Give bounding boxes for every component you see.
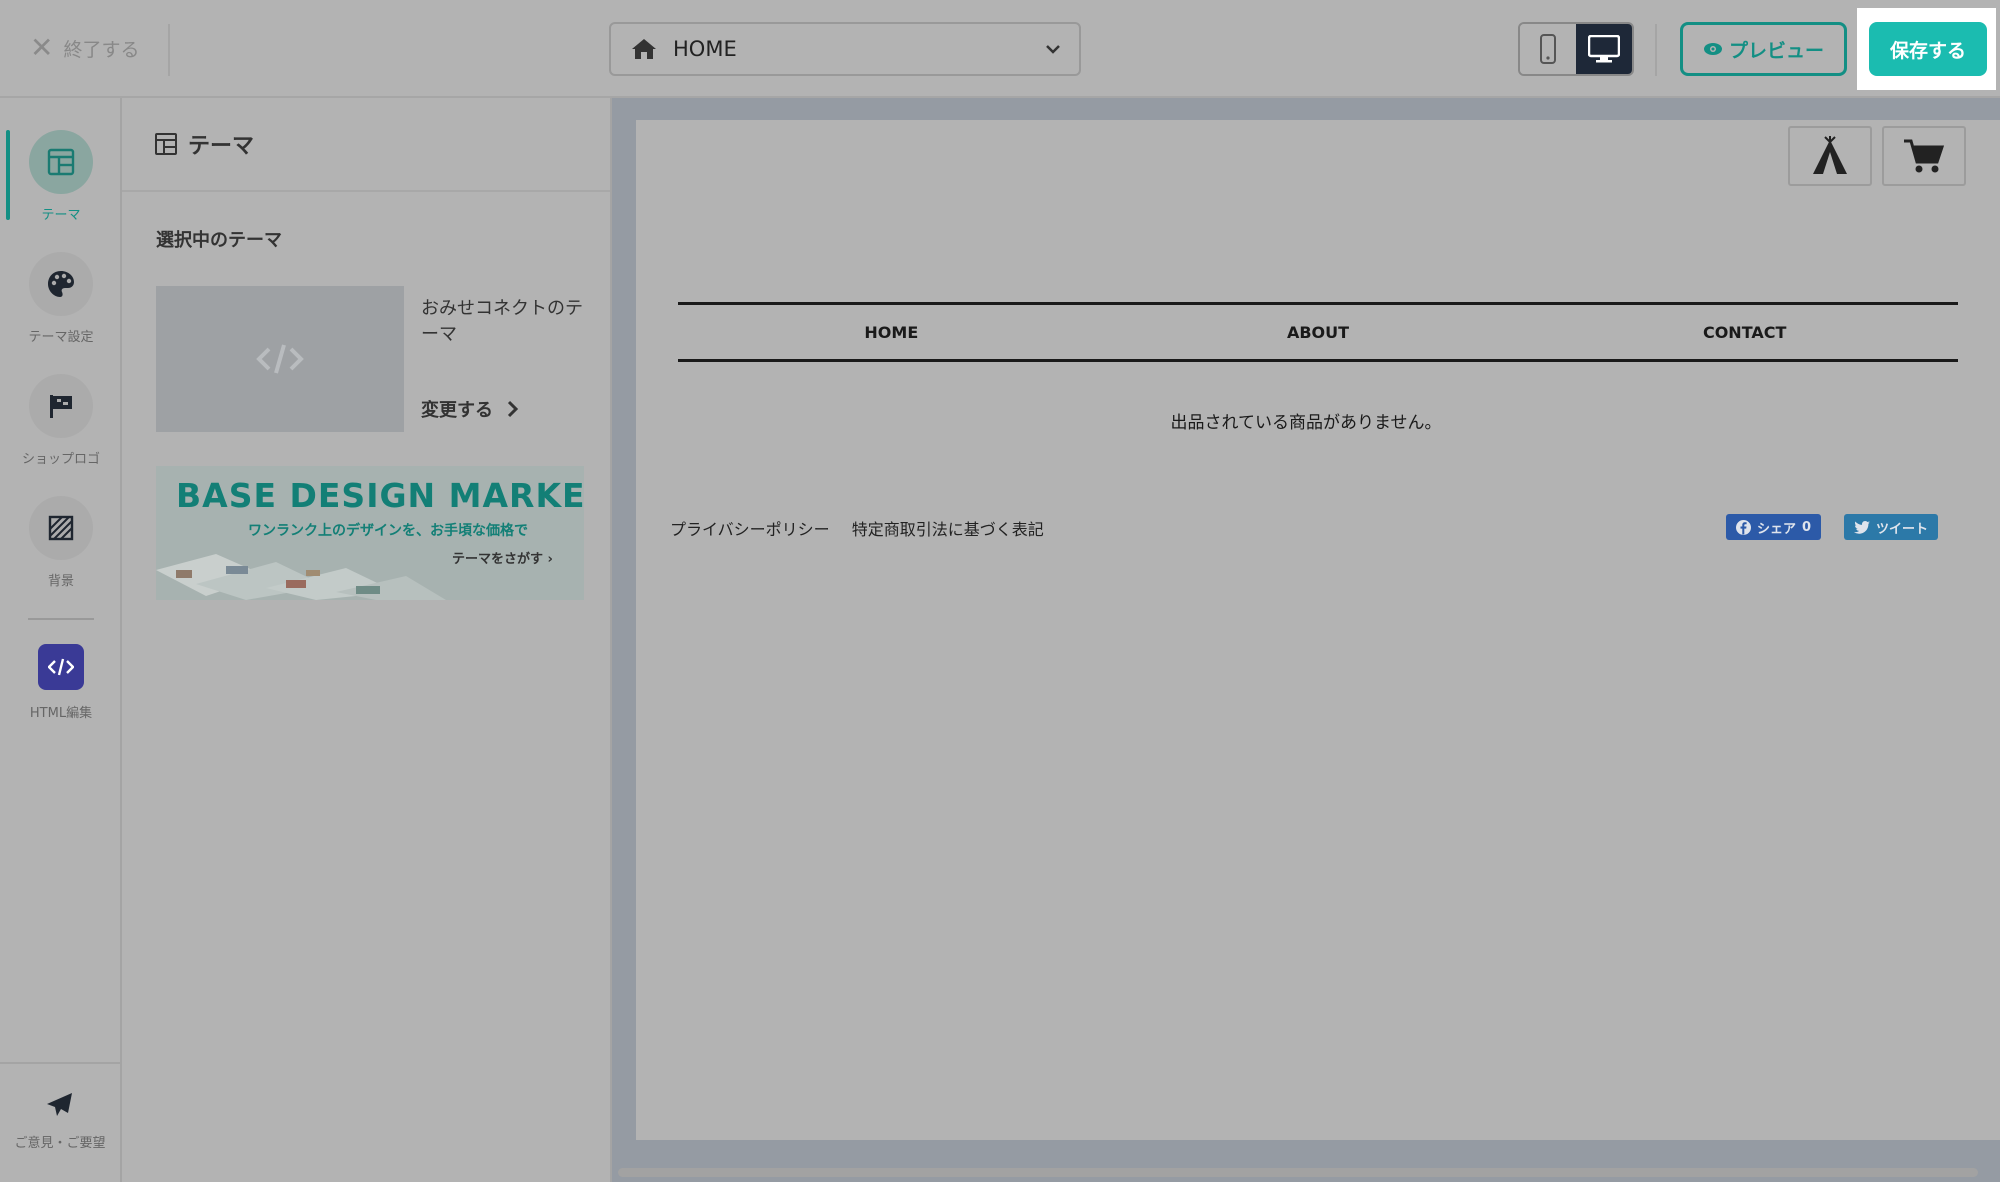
save-button[interactable]: 保存する [1869, 22, 1987, 76]
sidebar-item-shop-logo[interactable]: ショップロゴ [0, 374, 122, 467]
tent-icon [1813, 136, 1847, 174]
banner-illustration [156, 554, 446, 600]
eye-icon [1703, 43, 1722, 55]
page-select[interactable]: HOME [609, 22, 1081, 76]
tweet-label: ツイート [1876, 521, 1929, 537]
code-icon [256, 344, 304, 374]
sidebar-item-background[interactable]: 背景 [0, 496, 122, 589]
toolbar-divider [168, 24, 170, 76]
chevron-right-icon [507, 400, 519, 418]
panel-title: テーマ [188, 134, 255, 159]
device-toggle [1518, 22, 1634, 76]
layout-icon [29, 130, 93, 194]
banner-subtitle: ワンランク上のデザインを、お手頃な価格で [248, 523, 528, 539]
footer-links: プライバシーポリシー 特定商取引法に基づく表記 [670, 516, 1044, 540]
palette-icon [29, 252, 93, 316]
sidebar-item-label: テーマ [41, 208, 81, 223]
chevron-down-icon [1046, 45, 1060, 54]
code-icon [38, 644, 84, 690]
sidebar-rail: テーマ テーマ設定 ショップロゴ 背景 HTML編集 ご意見・ご要望 [0, 98, 122, 1182]
preview-label: プレビュー [1728, 39, 1824, 62]
theme-panel: テーマ 選択中のテーマ おみせコネクトのテーマ 変更する BASE DESIGN… [122, 98, 612, 1182]
horizontal-scrollbar[interactable] [618, 1168, 1978, 1177]
sidebar-item-theme[interactable]: テーマ [0, 130, 122, 223]
design-market-banner[interactable]: BASE DESIGN MARKET ワンランク上のデザインを、お手頃な価格で … [156, 466, 584, 600]
theme-thumbnail [156, 286, 404, 432]
sidebar-item-html-edit[interactable]: HTML編集 [0, 644, 122, 721]
background-icon [29, 496, 93, 560]
facebook-share-count: 0 [1802, 519, 1812, 535]
twitter-icon [1854, 520, 1870, 534]
privacy-policy-link[interactable]: プライバシーポリシー [670, 516, 830, 540]
site-preview: HOME ABOUT CONTACT 出品されている商品がありません。 プライバ… [636, 120, 2000, 1140]
cart-button[interactable] [1882, 126, 1966, 186]
monitor-icon [1588, 35, 1620, 63]
nav-item-contact[interactable]: CONTACT [1531, 305, 1958, 359]
banner-link: テーマをさがす › [452, 552, 553, 567]
save-highlight: 保存する [1857, 8, 1996, 90]
preview-button[interactable]: プレビュー [1680, 22, 1847, 76]
change-label: 変更する [421, 400, 493, 421]
sidebar-item-label: 背景 [47, 574, 74, 589]
layout-icon [155, 133, 177, 155]
toolbar-divider [1655, 24, 1657, 76]
cart-icon [1904, 139, 1945, 173]
exit-label: 終了する [63, 38, 140, 61]
empty-message: 出品されている商品がありません。 [1170, 413, 1442, 433]
tweet-button[interactable]: ツイート [1844, 514, 1939, 540]
sidebar-divider [28, 618, 94, 620]
section-title: 選択中のテーマ [156, 230, 282, 251]
smartphone-icon [1540, 34, 1556, 64]
site-nav: HOME ABOUT CONTACT [678, 302, 1958, 362]
feedback-label: ご意見・ご要望 [14, 1136, 106, 1151]
theme-name: おみせコネクトのテーマ [421, 298, 583, 345]
desktop-view-button[interactable] [1576, 24, 1632, 74]
top-toolbar: ✕ 終了する HOME プレビュー 保存する [0, 0, 2000, 98]
facebook-icon [1736, 519, 1751, 535]
sidebar-item-label: ショップロゴ [21, 452, 100, 467]
panel-header: テーマ [122, 98, 610, 192]
nav-item-about[interactable]: ABOUT [1105, 305, 1532, 359]
flag-icon [29, 374, 93, 438]
facebook-share-button[interactable]: シェア 0 [1726, 514, 1822, 540]
commerce-law-link[interactable]: 特定商取引法に基づく表記 [852, 516, 1044, 540]
close-icon: ✕ [30, 31, 54, 64]
mobile-view-button[interactable] [1520, 24, 1576, 74]
sidebar-item-theme-settings[interactable]: テーマ設定 [0, 252, 122, 345]
shop-icon-button[interactable] [1788, 126, 1872, 186]
change-theme-link[interactable]: 変更する [421, 396, 519, 422]
nav-item-home[interactable]: HOME [678, 305, 1105, 359]
banner-title: BASE DESIGN MARKET [176, 476, 584, 515]
send-icon [47, 1093, 72, 1116]
page-select-value: HOME [673, 37, 737, 61]
sidebar-item-label: テーマ設定 [28, 330, 94, 345]
facebook-share-label: シェア [1757, 521, 1797, 537]
exit-button[interactable]: ✕ 終了する [30, 34, 139, 62]
home-icon [632, 39, 656, 59]
feedback-button[interactable]: ご意見・ご要望 [0, 1062, 120, 1182]
sidebar-item-label: HTML編集 [29, 706, 93, 721]
